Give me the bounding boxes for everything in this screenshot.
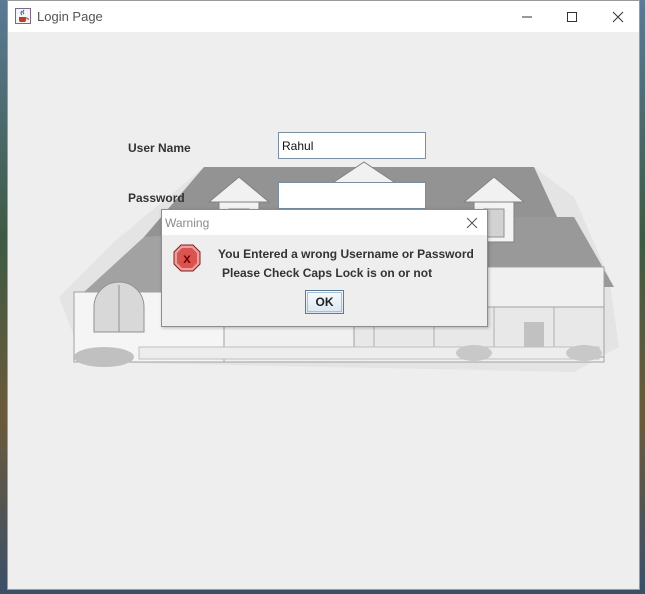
ok-button[interactable]: OK [305,290,344,314]
close-icon [466,217,478,229]
password-input[interactable] [278,182,426,209]
dialog-title: Warning [165,216,210,230]
dialog-title-bar[interactable]: Warning [162,210,487,235]
title-bar[interactable]: Login Page [8,1,639,32]
minimize-button[interactable] [504,1,550,32]
error-message-line1: You Entered a wrong Username or Password [218,247,474,261]
username-input[interactable] [278,132,426,159]
error-x-icon: x [173,244,201,272]
close-icon [612,11,624,22]
password-label: Password [128,191,185,205]
window-title: Login Page [37,9,103,24]
close-button[interactable] [595,1,641,32]
username-label: User Name [128,141,191,155]
error-message-line2: Please Check Caps Lock is on or not [222,266,433,280]
svg-text:x: x [183,250,191,266]
java-cup-icon [15,8,31,24]
maximize-button[interactable] [549,1,595,32]
maximize-icon [567,11,577,22]
dialog-close-button[interactable] [461,212,483,234]
login-window: Login Page User Name Rahul Password Warn… [7,0,640,590]
minimize-icon [522,16,532,17]
warning-dialog: Warning x You Entered a wrong Username o… [161,209,488,327]
